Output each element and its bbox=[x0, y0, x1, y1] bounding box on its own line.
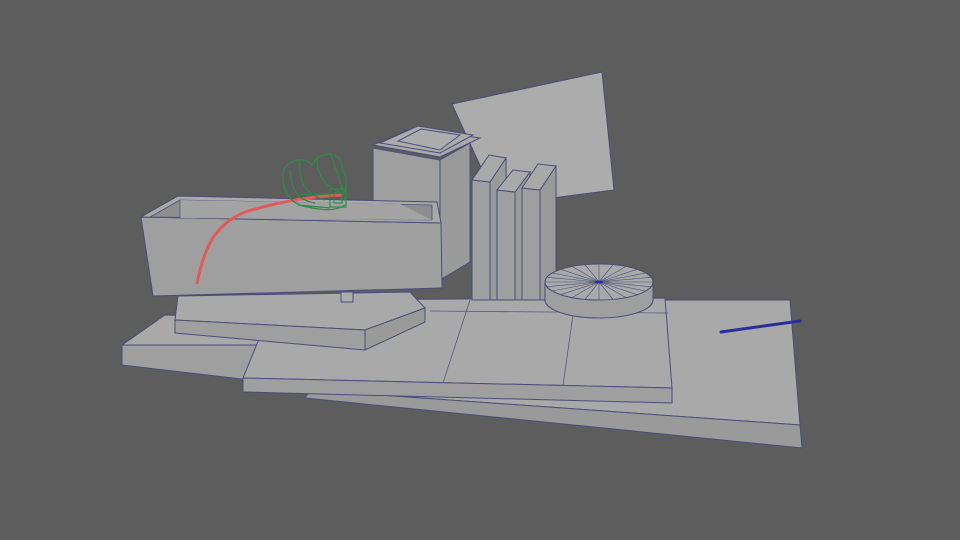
cylinder-disc[interactable] bbox=[544, 263, 654, 319]
scene-render[interactable] bbox=[0, 0, 960, 540]
trough-block[interactable] bbox=[139, 195, 443, 297]
3d-viewport[interactable] bbox=[0, 0, 960, 540]
